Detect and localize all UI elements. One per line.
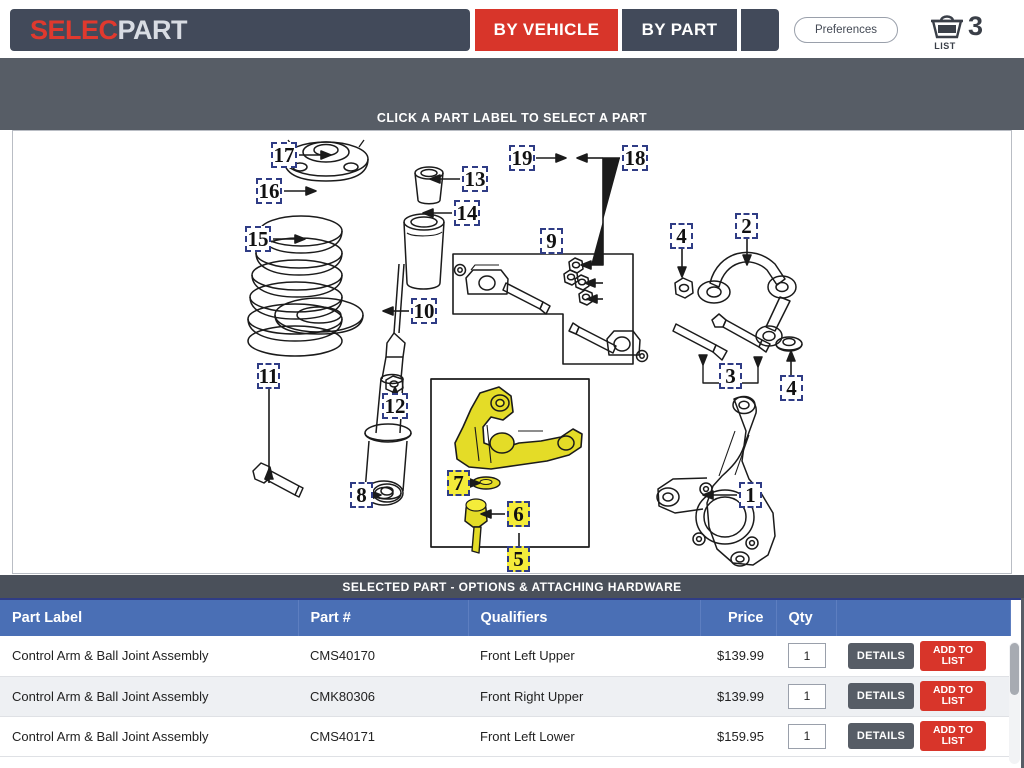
- list-basket-button[interactable]: LIST: [925, 8, 971, 52]
- part-callout-4[interactable]: 4: [780, 375, 803, 401]
- part-callout-16[interactable]: 16: [256, 178, 282, 204]
- table-row[interactable]: Control Arm & Ball Joint Assembly CMS4017…: [0, 716, 1010, 757]
- action-button-group: DETAILS ADD TO LIST: [848, 640, 998, 671]
- cell-actions: DETAILS ADD TO LIST: [836, 676, 1010, 717]
- th-part-label[interactable]: Part Label: [0, 600, 299, 636]
- action-button-group: DETAILS ADD TO LIST: [848, 721, 998, 751]
- parts-table: Part Label Part # Qualifiers Price Qty C…: [0, 600, 1011, 757]
- app-header: SELECPART BY VEHICLE BY PART Preferences…: [0, 0, 1024, 58]
- th-actions: [836, 600, 1011, 636]
- part-callout-11[interactable]: 11: [257, 363, 280, 389]
- cell-actions: DETAILS ADD TO LIST: [836, 716, 1010, 757]
- preferences-button[interactable]: Preferences: [794, 17, 898, 43]
- logo-text: SELECPART: [30, 14, 188, 46]
- table-row[interactable]: Control Arm & Ball Joint Assembly CMS4017…: [0, 636, 1010, 677]
- tab-by-vehicle[interactable]: BY VEHICLE: [475, 9, 618, 51]
- th-qty[interactable]: Qty: [776, 600, 837, 636]
- cell-part-number: CMS40170: [298, 636, 468, 677]
- add-to-list-label-line2: LIST: [941, 735, 965, 747]
- part-13-bump-stop: [414, 166, 444, 205]
- th-price[interactable]: Price: [700, 600, 777, 636]
- cell-price: $159.95: [700, 716, 776, 757]
- add-to-list-button[interactable]: ADD TO LIST: [920, 681, 986, 711]
- add-to-list-label-line2: LIST: [941, 654, 965, 667]
- cell-qty: [776, 716, 836, 757]
- table-row[interactable]: Control Arm & Ball Joint Assembly CMK8030…: [0, 676, 1010, 717]
- part-callout-6[interactable]: 6: [507, 501, 530, 527]
- cell-part-label: Control Arm & Ball Joint Assembly: [0, 676, 298, 717]
- cell-part-number: CMS40171: [298, 716, 468, 757]
- part-10-strut-assembly: [364, 263, 412, 506]
- list-label: LIST: [934, 41, 956, 51]
- part-callout-5[interactable]: 5: [507, 546, 530, 572]
- list-count-badge: 3: [968, 11, 984, 41]
- quantity-input[interactable]: [788, 643, 826, 669]
- cell-price: $139.99: [700, 636, 776, 677]
- parts-options-table-panel: Part Label Part # Qualifiers Price Qty C…: [0, 598, 1024, 768]
- details-button[interactable]: DETAILS: [848, 642, 914, 669]
- part-callout-8[interactable]: 8: [350, 482, 373, 508]
- logo-text-secondary: PART: [117, 14, 188, 45]
- logo-text-primary: SELEC: [30, 14, 118, 45]
- cell-part-number: CMK80306: [298, 676, 468, 717]
- part-callout-2[interactable]: 2: [735, 213, 758, 239]
- table-header-row: Part Label Part # Qualifiers Price Qty: [0, 600, 1011, 636]
- part-callout-1[interactable]: 1: [739, 482, 762, 508]
- cell-part-label: Control Arm & Ball Joint Assembly: [0, 636, 298, 677]
- th-qualifiers[interactable]: Qualifiers: [468, 600, 701, 636]
- selecpart-app: SELECPART BY VEHICLE BY PART Preferences…: [0, 0, 1024, 768]
- details-button[interactable]: DETAILS: [848, 683, 914, 709]
- part-callout-18[interactable]: 18: [622, 145, 648, 171]
- cell-qty: [776, 676, 836, 717]
- add-to-list-button[interactable]: ADD TO LIST: [920, 640, 986, 671]
- vehicle-search-bar: 2012 Ford F-150 XLT 3.5L V6 CLEAR SEARCH: [0, 58, 1024, 151]
- part-callout-19[interactable]: 19: [509, 145, 535, 171]
- part-callout-4[interactable]: 4: [670, 223, 693, 249]
- part-4-nut-lower: [775, 336, 803, 352]
- part-callout-3[interactable]: 3: [719, 363, 742, 389]
- cell-actions: DETAILS ADD TO LIST: [836, 636, 1010, 677]
- brand-logo: SELECPART: [10, 9, 470, 51]
- add-to-list-button[interactable]: ADD TO LIST: [920, 721, 986, 751]
- add-to-list-label-line2: LIST: [941, 695, 965, 707]
- part-callout-10[interactable]: 10: [411, 298, 437, 324]
- table-scrollbar-thumb[interactable]: [1010, 643, 1019, 695]
- part-4-nut-upper: [674, 277, 694, 299]
- tab-by-part[interactable]: BY PART: [622, 9, 737, 51]
- parts-diagram-panel[interactable]: 17 16 15 13 14 19 18 9 2 4 10 11 12 3 4 1 8 7 6 5: [12, 130, 1012, 574]
- cell-qualifiers: Front Left Upper: [468, 636, 700, 677]
- selected-part-banner: SELECTED PART - OPTIONS & ATTACHING HARD…: [0, 575, 1024, 598]
- quantity-input[interactable]: [788, 683, 826, 709]
- th-part-number[interactable]: Part #: [298, 600, 469, 636]
- tab-strip-end: [741, 9, 779, 51]
- cell-qualifiers: Front Left Lower: [468, 716, 700, 757]
- table-scrollbar[interactable]: [1009, 642, 1020, 764]
- cell-qualifiers: Front Right Upper: [468, 676, 700, 717]
- cell-price: $139.99: [700, 676, 776, 717]
- instruction-banner: CLICK A PART LABEL TO SELECT A PART: [0, 106, 1024, 130]
- action-button-group: DETAILS ADD TO LIST: [848, 681, 998, 711]
- part-3-bolts: [672, 313, 771, 361]
- part-callout-15[interactable]: 15: [245, 226, 271, 252]
- part-callout-14[interactable]: 14: [454, 200, 480, 226]
- cell-part-label: Control Arm & Ball Joint Assembly: [0, 716, 298, 757]
- cell-qty: [776, 636, 836, 677]
- basket-icon: [931, 15, 963, 39]
- part-callout-7[interactable]: 7: [447, 470, 470, 496]
- part-callout-13[interactable]: 13: [462, 166, 488, 192]
- part-callout-12[interactable]: 12: [382, 393, 408, 419]
- part-callout-9[interactable]: 9: [540, 228, 563, 254]
- table-body: Control Arm & Ball Joint Assembly CMS4017…: [0, 636, 1010, 757]
- part-callout-17[interactable]: 17: [271, 142, 297, 168]
- quantity-input[interactable]: [788, 723, 826, 749]
- part-9-bracket-group: [452, 253, 649, 365]
- part-11-bolt: [252, 462, 304, 498]
- details-button[interactable]: DETAILS: [848, 723, 914, 749]
- part-14-dust-boot: [403, 213, 445, 290]
